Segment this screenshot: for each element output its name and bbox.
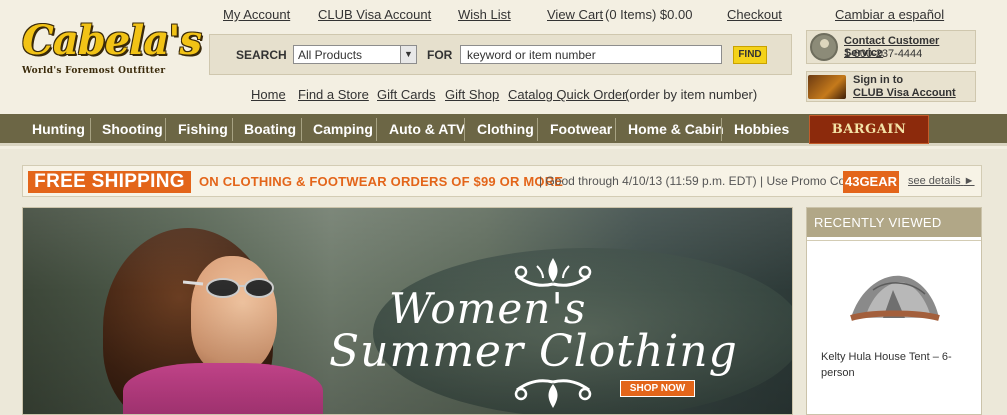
hero-banner[interactable]: Women's Summer Clothing SHOP NOW <box>22 207 793 415</box>
site-header: Cabela's World's Foremost Outfitter My A… <box>0 0 1007 114</box>
nav-divider <box>232 118 233 141</box>
nav-hunting[interactable]: Hunting <box>32 114 85 143</box>
nav-divider <box>464 118 465 141</box>
recently-viewed-title: RECENTLY VIEWED <box>807 208 981 237</box>
see-details-label: see details <box>908 175 961 187</box>
nav-clothing[interactable]: Clothing <box>477 114 534 143</box>
gift-cards-link[interactable]: Gift Cards <box>377 87 436 102</box>
nav-shooting[interactable]: Shooting <box>102 114 163 143</box>
for-label: FOR <box>427 48 453 62</box>
nav-fishing[interactable]: Fishing <box>178 114 228 143</box>
user-headset-icon <box>810 33 838 61</box>
club-visa-link[interactable]: CLUB Visa Account <box>318 7 431 22</box>
nav-camping[interactable]: Camping <box>313 114 373 143</box>
see-details-link[interactable]: see details ► <box>908 175 975 187</box>
promo-code-badge: 43GEAR <box>843 171 899 193</box>
logo-tagline: World's Foremost Outfitter <box>22 66 166 76</box>
nav-divider <box>90 118 91 141</box>
credit-card-icon <box>808 75 846 99</box>
divider <box>807 240 981 241</box>
logo-wordmark: Cabela's <box>22 17 202 64</box>
shop-now-button[interactable]: SHOP NOW <box>620 380 695 397</box>
nav-divider <box>721 118 722 141</box>
cart-status: (0 Items) $0.00 <box>605 7 693 22</box>
nav-divider <box>615 118 616 141</box>
chevron-down-icon[interactable]: ▼ <box>400 46 416 63</box>
home-link[interactable]: Home <box>251 87 286 102</box>
tent-product-image[interactable] <box>843 268 943 328</box>
recently-viewed-panel: RECENTLY VIEWED Kelty Hula House Tent – … <box>806 207 982 415</box>
search-bar: SEARCH All Products ▼ FOR keyword or ite… <box>209 34 792 75</box>
contact-phone: 1-800-237-4444 <box>844 48 923 60</box>
wish-list-link[interactable]: Wish List <box>458 7 511 22</box>
checkout-link[interactable]: Checkout <box>727 7 782 22</box>
contact-customer-service[interactable]: Contact Customer Service 1-800-237-4444 <box>806 30 976 64</box>
promo-validity: | Good through 4/10/13 (11:59 p.m. EDT) … <box>539 174 862 188</box>
my-account-link[interactable]: My Account <box>223 7 290 22</box>
nav-divider <box>537 118 538 141</box>
nav-divider <box>165 118 166 141</box>
club-visa-signin[interactable]: Sign in to CLUB Visa Account <box>806 71 976 102</box>
search-input[interactable]: keyword or item number <box>460 45 722 64</box>
nav-divider <box>376 118 377 141</box>
language-link[interactable]: Cambiar a español <box>835 7 944 22</box>
category-nav: Hunting Shooting Fishing Boating Camping… <box>0 114 1007 165</box>
nav-boating[interactable]: Boating <box>244 114 296 143</box>
find-store-link[interactable]: Find a Store <box>298 87 369 102</box>
nav-home-cabin[interactable]: Home & Cabin <box>628 114 724 143</box>
nav-divider <box>301 118 302 141</box>
promo-offer: ON CLOTHING & FOOTWEAR ORDERS OF $99 OR … <box>199 174 564 189</box>
promo-headline: FREE SHIPPING <box>28 171 191 193</box>
cabelas-logo[interactable]: Cabela's World's Foremost Outfitter <box>22 17 202 88</box>
free-shipping-banner[interactable]: FREE SHIPPING ON CLOTHING & FOOTWEAR ORD… <box>22 165 982 197</box>
category-select[interactable]: All Products ▼ <box>293 45 417 64</box>
recently-viewed-item[interactable]: Kelty Hula House Tent – 6-person <box>821 349 971 381</box>
hero-title-line2: Summer Clothing <box>329 326 738 377</box>
club-visa-account-link[interactable]: CLUB Visa Account <box>853 87 956 99</box>
ornament-flourish-icon <box>514 379 592 408</box>
catalog-quick-order-link[interactable]: Catalog Quick Order <box>508 87 627 102</box>
find-button[interactable]: FIND <box>733 46 767 64</box>
nav-footwear[interactable]: Footwear <box>550 114 612 143</box>
arrow-right-circle-icon: ► <box>963 175 975 187</box>
view-cart-link[interactable]: View Cart <box>547 7 603 22</box>
nav-hobbies[interactable]: Hobbies <box>734 114 789 143</box>
gift-shop-link[interactable]: Gift Shop <box>445 87 499 102</box>
search-label: SEARCH <box>236 48 287 62</box>
category-selected: All Products <box>298 48 363 62</box>
bargain-cave-button[interactable]: BARGAIN CAVE <box>809 115 929 165</box>
catalog-note: (order by item number) <box>625 87 758 102</box>
signin-label: Sign in to <box>853 74 904 86</box>
main-content: FREE SHIPPING ON CLOTHING & FOOTWEAR ORD… <box>0 149 1007 415</box>
nav-auto-atv[interactable]: Auto & ATV <box>389 114 465 143</box>
